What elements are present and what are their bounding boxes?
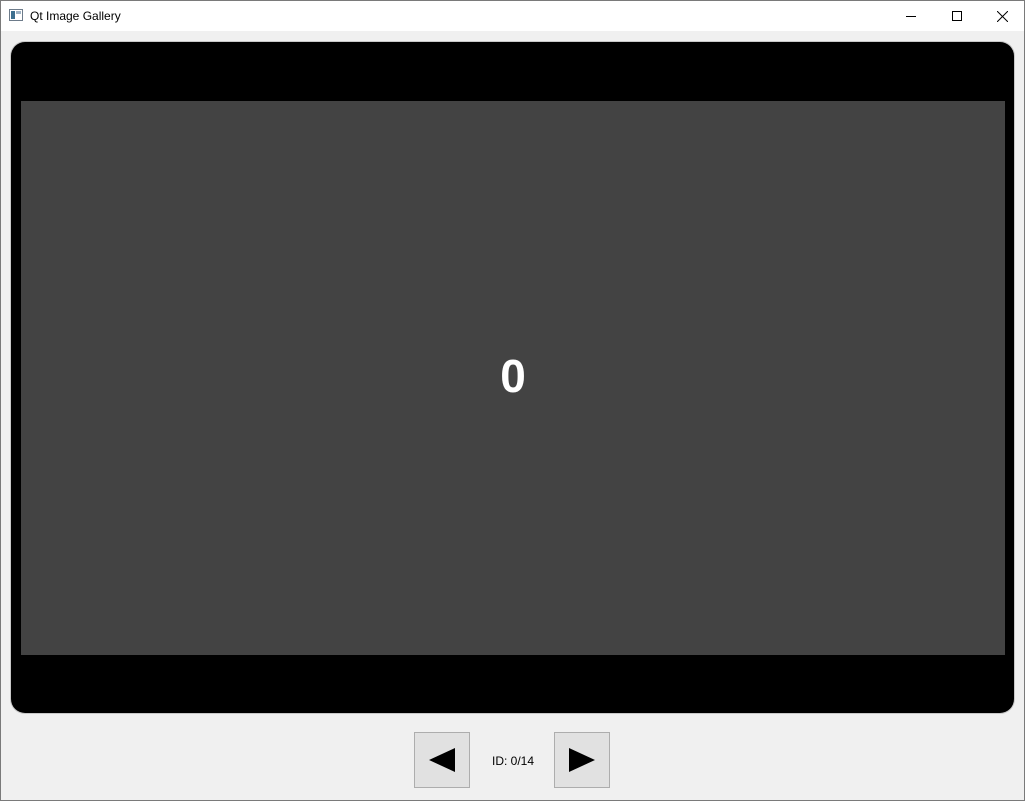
image-display: 0	[21, 101, 1005, 655]
app-window: Qt Image Gallery 0 ID: 0/14	[0, 0, 1025, 801]
triangle-left-icon	[429, 748, 455, 772]
triangle-right-icon	[569, 748, 595, 772]
title-bar[interactable]: Qt Image Gallery	[1, 1, 1024, 31]
minimize-icon	[906, 16, 916, 17]
image-id-label: ID: 0/14	[491, 754, 535, 768]
close-icon	[996, 10, 1008, 22]
previous-button[interactable]	[414, 732, 470, 788]
close-button[interactable]	[979, 1, 1025, 31]
maximize-icon	[952, 11, 962, 21]
window-title: Qt Image Gallery	[30, 9, 121, 23]
minimize-button[interactable]	[888, 1, 934, 31]
maximize-button[interactable]	[934, 1, 980, 31]
image-viewer: 0	[11, 42, 1014, 713]
next-button[interactable]	[554, 732, 610, 788]
app-window-icon	[9, 9, 23, 21]
image-number-label: 0	[500, 350, 526, 402]
